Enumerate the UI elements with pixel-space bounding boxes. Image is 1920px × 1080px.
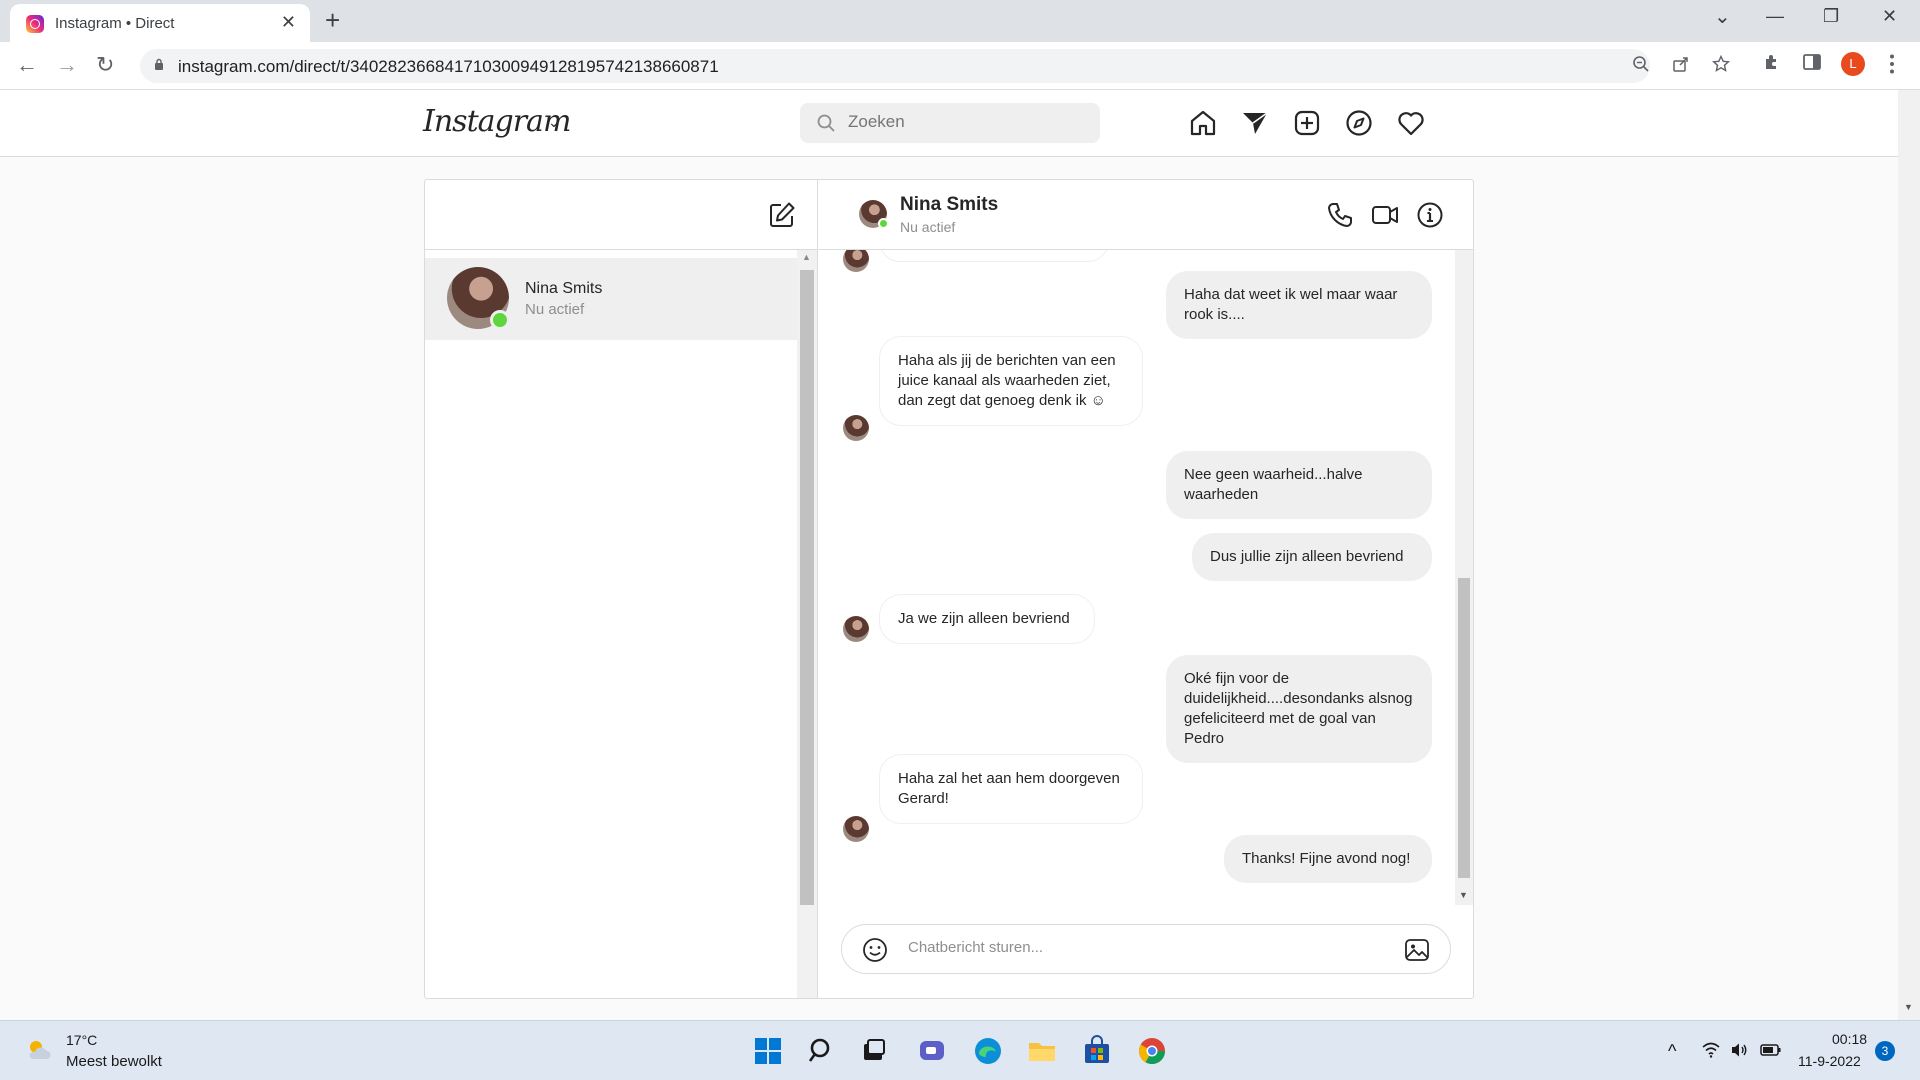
message-bubble-outgoing: Dus jullie zijn alleen bevriend bbox=[1192, 533, 1432, 581]
avatar bbox=[843, 250, 869, 272]
scroll-down-arrow-icon[interactable]: ▼ bbox=[1459, 890, 1468, 900]
weather-temperature[interactable]: 17°C bbox=[66, 1032, 97, 1048]
message-composer bbox=[841, 924, 1451, 974]
microsoft-store-icon[interactable] bbox=[1081, 1035, 1113, 1067]
message-bubble-incoming bbox=[879, 250, 1109, 262]
online-indicator bbox=[878, 218, 889, 229]
file-explorer-icon[interactable] bbox=[1026, 1035, 1058, 1067]
profile-avatar[interactable]: L bbox=[1841, 52, 1865, 76]
minimize-button[interactable]: — bbox=[1766, 6, 1784, 27]
avatar bbox=[843, 616, 869, 642]
emoji-icon[interactable] bbox=[862, 937, 888, 963]
tab-search-icon[interactable]: ⌄ bbox=[1714, 4, 1731, 29]
browser-toolbar: ← → ↻ instagram.com/direct/t/34028236684… bbox=[0, 42, 1920, 90]
avatar bbox=[843, 415, 869, 441]
message-bubble-outgoing: Haha dat weet ik wel maar waar rook is..… bbox=[1166, 271, 1432, 339]
search-icon[interactable] bbox=[806, 1035, 838, 1067]
clock-date[interactable]: 11-9-2022 bbox=[1798, 1053, 1861, 1069]
search-input[interactable] bbox=[848, 112, 1088, 132]
conversation-header: Nina Smits Nu actief bbox=[819, 180, 1473, 250]
message-bubble-incoming: Haha zal het aan hem doorgeven Gerard! bbox=[879, 754, 1143, 824]
message-input[interactable] bbox=[908, 939, 1368, 956]
home-icon[interactable] bbox=[1188, 108, 1218, 138]
chevron-down-icon[interactable]: ⌄ bbox=[548, 114, 560, 131]
browser-tab[interactable]: Instagram • Direct ✕ bbox=[10, 4, 310, 42]
share-icon[interactable] bbox=[1672, 55, 1690, 73]
contact-name[interactable]: Nina Smits bbox=[900, 194, 998, 216]
heart-icon[interactable] bbox=[1396, 108, 1426, 138]
zoom-icon[interactable] bbox=[1632, 55, 1650, 73]
menu-dots-icon[interactable] bbox=[1888, 54, 1896, 74]
extensions-icon[interactable] bbox=[1762, 52, 1782, 72]
thread-list-scrollbar[interactable]: ▲ bbox=[797, 250, 817, 998]
url-text[interactable]: instagram.com/direct/t/34028236684171030… bbox=[178, 57, 719, 77]
message-bubble-outgoing: Nee geen waarheid...halve waarheden bbox=[1166, 451, 1432, 519]
back-button[interactable]: ← bbox=[16, 52, 38, 78]
scroll-up-arrow-icon[interactable]: ▲ bbox=[802, 252, 811, 262]
windows-taskbar: 17°C Meest bewolkt ^ 00:18 11-9-2022 3 bbox=[0, 1020, 1920, 1080]
online-indicator bbox=[490, 310, 510, 330]
weather-description[interactable]: Meest bewolkt bbox=[66, 1053, 162, 1070]
instagram-favicon-icon bbox=[26, 15, 44, 33]
thread-name: Nina Smits bbox=[525, 280, 603, 297]
direct-inbox-panel: Nina Smits Nu actief ▲ Nina Smits Nu act… bbox=[424, 179, 1474, 999]
direct-messages-icon[interactable] bbox=[1240, 108, 1270, 138]
message-bubble-incoming: Haha als jij de berichten van een juice … bbox=[879, 336, 1143, 426]
thread-list-pane: Nina Smits Nu actief ▲ bbox=[425, 180, 818, 998]
restore-button[interactable]: ❐ bbox=[1823, 6, 1839, 27]
bookmark-star-icon[interactable] bbox=[1712, 55, 1730, 73]
notification-badge[interactable]: 3 bbox=[1875, 1041, 1895, 1061]
tab-title: Instagram • Direct bbox=[55, 15, 175, 32]
image-upload-icon[interactable] bbox=[1404, 937, 1430, 963]
explore-icon[interactable] bbox=[1344, 108, 1374, 138]
thread-item[interactable]: Nina Smits Nu actief bbox=[425, 258, 797, 340]
contact-status: Nu actief bbox=[900, 219, 956, 235]
tab-close-icon[interactable]: ✕ bbox=[281, 12, 296, 33]
weather-partly-cloudy-icon[interactable] bbox=[24, 1035, 54, 1065]
scrollbar-thumb[interactable] bbox=[800, 270, 814, 905]
search-box[interactable] bbox=[800, 103, 1100, 143]
browser-tab-bar: Instagram • Direct ✕ + ⌄ — ❐ ✕ bbox=[0, 0, 1920, 42]
page-scrollbar[interactable]: ▼ bbox=[1898, 90, 1920, 1020]
address-bar[interactable]: instagram.com/direct/t/34028236684171030… bbox=[140, 49, 1730, 83]
info-icon[interactable] bbox=[1415, 200, 1445, 230]
edge-browser-icon[interactable] bbox=[972, 1035, 1004, 1067]
video-call-icon[interactable] bbox=[1370, 200, 1400, 230]
instagram-header: Instagram ⌄ bbox=[0, 90, 1898, 157]
show-hidden-icons-button[interactable]: ^ bbox=[1668, 1041, 1676, 1062]
message-bubble-incoming: Ja we zijn alleen bevriend bbox=[879, 594, 1095, 644]
avatar bbox=[843, 816, 869, 842]
scrollbar-thumb[interactable] bbox=[1458, 578, 1470, 878]
task-view-icon[interactable] bbox=[858, 1035, 890, 1067]
message-list: Haha dat weet ik wel maar waar rook is..… bbox=[819, 250, 1473, 905]
side-panel-icon[interactable] bbox=[1802, 52, 1822, 72]
thread-list-header bbox=[425, 180, 818, 250]
battery-icon[interactable] bbox=[1760, 1041, 1782, 1059]
scroll-down-arrow-icon[interactable]: ▼ bbox=[1904, 1002, 1913, 1012]
chat-app-icon[interactable] bbox=[916, 1035, 948, 1067]
conversation-pane: Nina Smits Nu actief Haha dat weet ik we… bbox=[819, 180, 1473, 998]
message-bubble-outgoing: Oké fijn voor de duidelijkheid....desond… bbox=[1166, 655, 1432, 763]
wifi-icon[interactable] bbox=[1702, 1041, 1720, 1059]
new-post-icon[interactable] bbox=[1292, 108, 1322, 138]
windows-start-icon[interactable] bbox=[752, 1035, 784, 1067]
lock-icon[interactable] bbox=[154, 58, 164, 70]
message-list-scrollbar[interactable]: ▼ bbox=[1455, 250, 1473, 905]
chrome-browser-icon[interactable] bbox=[1136, 1035, 1168, 1067]
thread-status: Nu actief bbox=[525, 301, 585, 318]
new-tab-button[interactable]: + bbox=[325, 5, 340, 36]
compose-message-icon[interactable] bbox=[767, 200, 797, 230]
clock-time[interactable]: 00:18 bbox=[1832, 1031, 1867, 1047]
close-window-button[interactable]: ✕ bbox=[1882, 6, 1897, 27]
phone-call-icon[interactable] bbox=[1325, 200, 1355, 230]
message-bubble-outgoing: Thanks! Fijne avond nog! bbox=[1224, 835, 1432, 883]
search-icon bbox=[817, 114, 835, 132]
forward-button[interactable]: → bbox=[56, 52, 78, 78]
volume-icon[interactable] bbox=[1730, 1041, 1748, 1059]
reload-button[interactable]: ↻ bbox=[96, 52, 114, 78]
